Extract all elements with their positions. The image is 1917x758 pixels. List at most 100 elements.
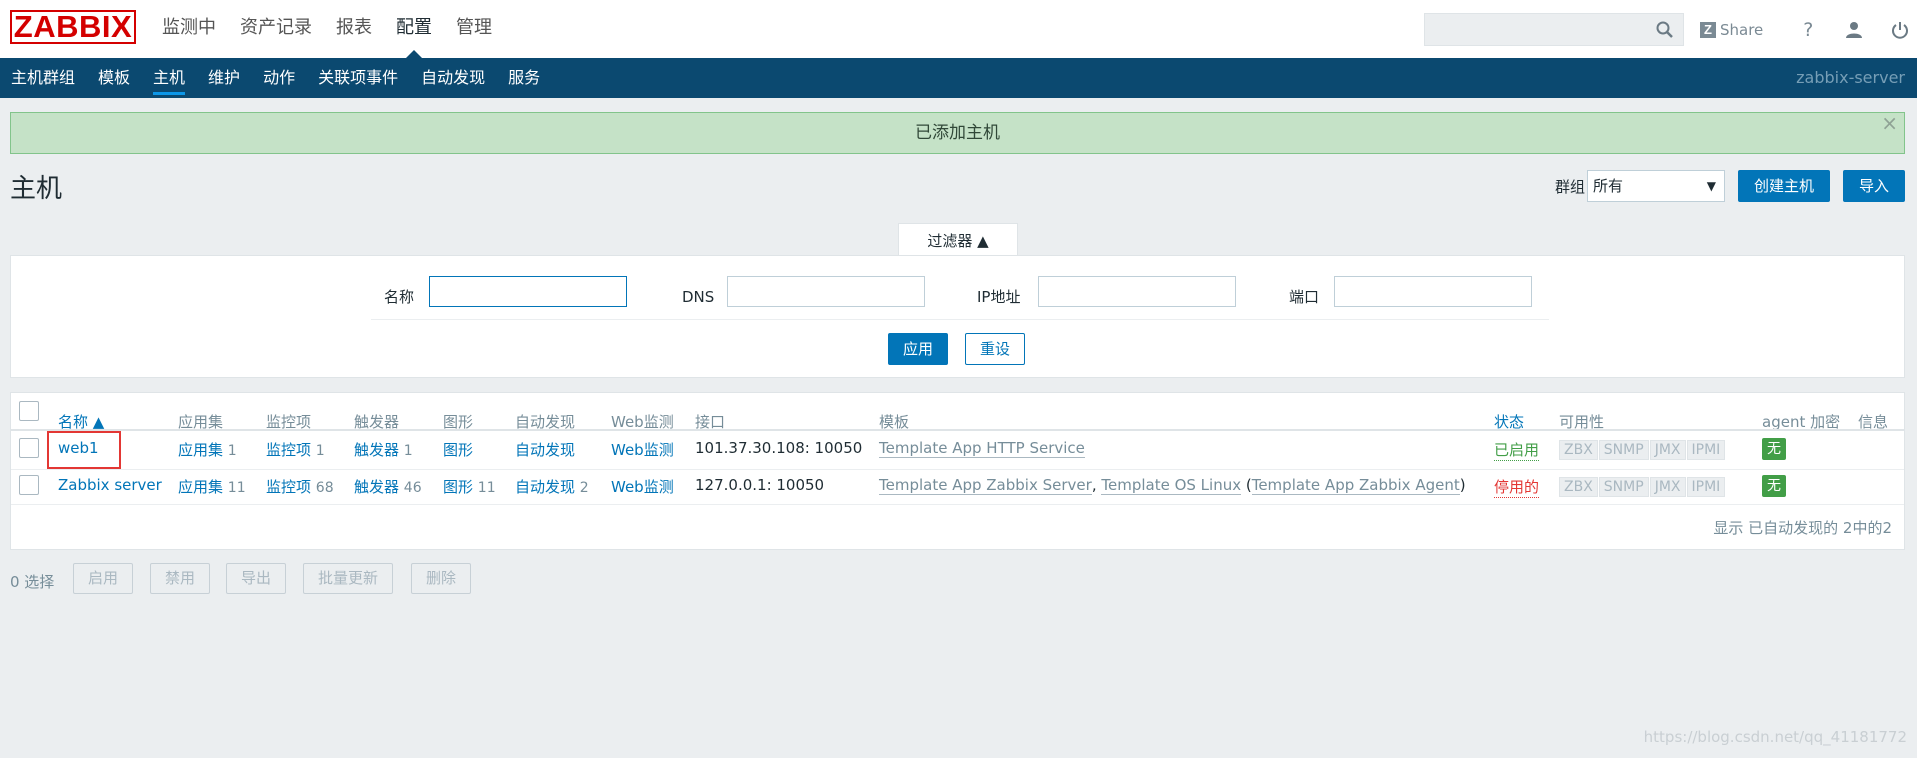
server-name: zabbix-server	[1796, 68, 1905, 87]
subnav-maintenance[interactable]: 维护	[197, 58, 252, 98]
selected-count: 0 选择	[10, 573, 55, 591]
mass-update-button[interactable]: 批量更新	[303, 563, 394, 594]
disable-button[interactable]: 禁用	[150, 563, 211, 594]
menu-monitoring[interactable]: 监测中	[150, 0, 228, 58]
logout-power-icon[interactable]	[1890, 19, 1910, 41]
row-checkbox[interactable]	[19, 438, 39, 458]
graphs-link[interactable]: 图形	[443, 478, 473, 496]
template-link[interactable]: Template App Zabbix Server	[879, 476, 1092, 495]
discovery-link[interactable]: 自动发现	[515, 478, 575, 496]
page-title: 主机	[10, 174, 63, 204]
filter-divider	[371, 319, 1549, 320]
availability-badges: ZBX SNMP JMX IPMI	[1559, 440, 1726, 460]
search-input[interactable]	[1424, 13, 1684, 46]
filter-ip-input[interactable]	[1038, 276, 1236, 307]
triggers-link[interactable]: 触发器	[354, 478, 399, 496]
applications-count: 1	[227, 443, 237, 459]
interface-value: 101.37.30.108: 10050	[695, 439, 863, 457]
applications-link[interactable]: 应用集	[178, 441, 223, 459]
items-count: 68	[315, 480, 334, 496]
subnav-event-correlation[interactable]: 关联项事件	[307, 58, 410, 98]
filter-name-input[interactable]	[429, 276, 627, 307]
template-link[interactable]: Template OS Linux	[1101, 476, 1242, 495]
zbx-badge: ZBX	[1559, 440, 1598, 460]
zabbix-logo[interactable]: ZABBIX	[10, 10, 136, 44]
select-all-checkbox[interactable]	[19, 401, 39, 421]
filter-port-label: 端口	[1289, 288, 1320, 306]
items-link[interactable]: 监控项	[266, 478, 311, 496]
delete-button[interactable]: 删除	[411, 563, 472, 594]
sub-navigation: 主机群组 模板 主机 维护 动作 关联项事件 自动发现 服务 zabbix-se…	[0, 58, 1917, 98]
web-monitoring-link[interactable]: Web监测	[611, 476, 674, 497]
items-count: 1	[315, 443, 325, 459]
import-button[interactable]: 导入	[1842, 170, 1905, 202]
filter-dns-label: DNS	[682, 288, 715, 306]
graphs-link[interactable]: 图形	[443, 441, 473, 459]
subnav-actions[interactable]: 动作	[252, 58, 307, 98]
subnav-hosts[interactable]: 主机	[142, 58, 197, 98]
encryption-badge: 无	[1762, 475, 1786, 497]
row-checkbox[interactable]	[19, 475, 39, 495]
template-link[interactable]: Template App HTTP Service	[879, 439, 1085, 458]
success-message: 已添加主机 ×	[10, 111, 1905, 154]
discovery-link[interactable]: 自动发现	[515, 441, 575, 459]
applications-link[interactable]: 应用集	[178, 478, 223, 496]
header-divider	[11, 429, 1904, 431]
menu-configuration[interactable]: 配置	[384, 0, 444, 58]
reset-button[interactable]: 重设	[965, 333, 1026, 365]
menu-inventory[interactable]: 资产记录	[228, 0, 324, 58]
watermark: https://blog.csdn.net/qq_41181772	[1643, 728, 1907, 746]
status-toggle[interactable]: 停用的	[1494, 476, 1540, 498]
search-icon[interactable]	[1655, 20, 1675, 40]
ipmi-badge: IPMI	[1686, 477, 1726, 497]
interface-value: 127.0.0.1: 10050	[695, 476, 825, 494]
user-profile-icon[interactable]	[1844, 19, 1864, 41]
menu-administration[interactable]: 管理	[444, 0, 504, 58]
filter-name-label: 名称	[384, 288, 415, 306]
filter-tab[interactable]: 过滤器 ▲	[898, 223, 1018, 256]
close-icon[interactable]: ×	[1881, 103, 1898, 143]
availability-badges: ZBX SNMP JMX IPMI	[1559, 477, 1726, 497]
create-host-button[interactable]: 创建主机	[1737, 170, 1830, 202]
zbx-badge: ZBX	[1559, 477, 1598, 497]
menu-reports[interactable]: 报表	[324, 0, 384, 58]
graphs-count: 11	[477, 480, 496, 496]
triggers-count: 46	[403, 480, 422, 496]
top-tools: Z Share ?	[1700, 13, 1917, 46]
filter-dns-input[interactable]	[727, 276, 925, 307]
filter-ip-label: IP地址	[977, 288, 1021, 306]
enable-button[interactable]: 启用	[73, 563, 134, 594]
help-icon[interactable]: ?	[1798, 19, 1818, 41]
group-select-value: 所有	[1592, 177, 1623, 195]
snmp-badge: SNMP	[1598, 477, 1649, 497]
subnav-discovery[interactable]: 自动发现	[410, 58, 497, 98]
jmx-badge: JMX	[1649, 440, 1686, 460]
highlight-box	[47, 431, 121, 469]
encryption-badge: 无	[1762, 438, 1786, 460]
chevron-down-icon: ▼	[1706, 179, 1716, 193]
share-button[interactable]: Z Share	[1700, 21, 1763, 39]
subnav-services[interactable]: 服务	[497, 58, 552, 98]
export-button[interactable]: 导出	[226, 563, 287, 594]
host-name-link[interactable]: Zabbix server	[58, 476, 162, 494]
web-monitoring-link[interactable]: Web监测	[611, 439, 674, 460]
apply-button[interactable]: 应用	[888, 333, 949, 365]
zabbix-share-icon: Z	[1700, 21, 1716, 38]
row-divider	[11, 469, 1904, 470]
template-link[interactable]: Template App Zabbix Agent	[1251, 476, 1460, 495]
success-message-text: 已添加主机	[915, 123, 1000, 143]
jmx-badge: JMX	[1649, 477, 1686, 497]
top-bar: ZABBIX 监测中 资产记录 报表 配置 管理 Z Share ?	[0, 0, 1917, 58]
group-select[interactable]: 所有 ▼	[1586, 170, 1725, 202]
filter-port-input[interactable]	[1334, 276, 1532, 307]
subnav-templates[interactable]: 模板	[87, 58, 142, 98]
status-toggle[interactable]: 已启用	[1494, 439, 1540, 461]
triggers-link[interactable]: 触发器	[354, 441, 399, 459]
items-link[interactable]: 监控项	[266, 441, 311, 459]
ipmi-badge: IPMI	[1686, 440, 1726, 460]
triggers-count: 1	[403, 443, 413, 459]
subnav-host-groups[interactable]: 主机群组	[0, 58, 87, 98]
applications-count: 11	[227, 480, 246, 496]
hosts-table: 名称 ▲ 应用集 监控项 触发器 图形 自动发现 Web监测 接口 模板 状态 …	[10, 392, 1905, 550]
group-label: 群组	[1554, 177, 1585, 196]
